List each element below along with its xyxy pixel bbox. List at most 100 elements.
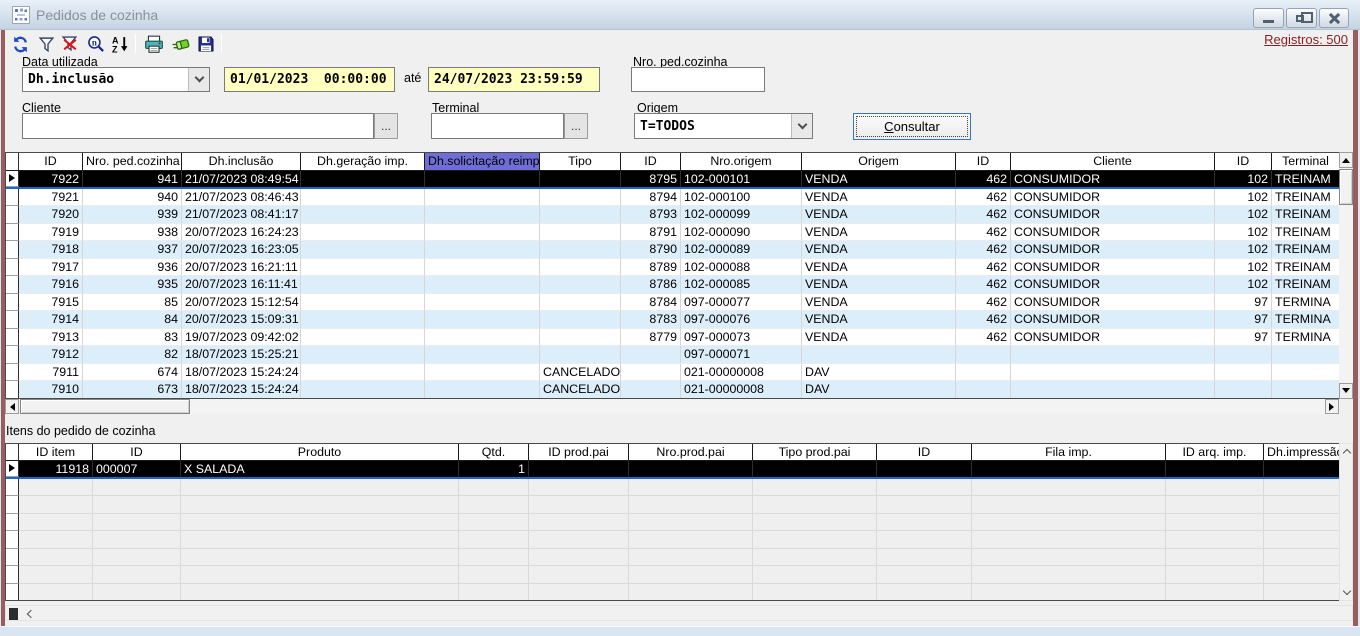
orders-vscrollbar[interactable] <box>1339 152 1353 399</box>
cell <box>877 584 972 602</box>
cell <box>425 224 540 242</box>
column-header[interactable]: ID <box>19 153 83 171</box>
cell: TERMINA <box>1272 294 1340 312</box>
cell <box>425 329 540 347</box>
cell: VENDA <box>802 329 956 347</box>
cell <box>1264 461 1340 477</box>
row-indicator <box>6 566 19 584</box>
cell <box>1166 584 1264 602</box>
terminal-browse-button[interactable]: ... <box>564 113 588 139</box>
scroll-right-button[interactable] <box>1325 399 1339 414</box>
empty-row <box>6 584 1340 602</box>
cell <box>753 584 877 602</box>
table-row[interactable]: 791793620/07/2023 16:21:118789102-000088… <box>6 259 1340 277</box>
scrollbar-thumb[interactable] <box>9 608 18 620</box>
date-to-field[interactable] <box>428 67 600 92</box>
column-header[interactable]: ID <box>93 444 181 461</box>
cell: VENDA <box>802 224 956 242</box>
column-header[interactable]: Qtd. <box>459 444 529 461</box>
table-row[interactable]: 791693520/07/2023 16:11:418786102-000085… <box>6 276 1340 294</box>
column-header[interactable]: Dh.inclusão <box>182 153 301 171</box>
print-button[interactable] <box>142 33 166 55</box>
table-row[interactable]: 79158520/07/2023 15:12:548784097-000077V… <box>6 294 1340 312</box>
minimize-button[interactable] <box>1253 8 1284 28</box>
dropdown-button[interactable] <box>791 114 812 138</box>
table-row[interactable]: 791893720/07/2023 16:23:058790102-000089… <box>6 241 1340 259</box>
refresh-button[interactable] <box>8 33 32 55</box>
table-row[interactable]: 79138319/07/2023 09:42:028779097-000073V… <box>6 329 1340 347</box>
column-header[interactable]: Terminal <box>1272 153 1340 171</box>
column-header[interactable]: Tipo <box>540 153 621 171</box>
consultar-button[interactable]: Consultar <box>853 113 971 140</box>
column-header[interactable]: Tipo prod.pai <box>753 444 877 461</box>
cell: 097-000073 <box>681 329 802 347</box>
table-row[interactable]: 79148420/07/2023 15:09:318783097-000076V… <box>6 311 1340 329</box>
column-header[interactable]: ID <box>877 444 972 461</box>
origem-select[interactable]: T=TODOS <box>634 113 813 139</box>
table-row[interactable]: 792194021/07/2023 08:46:438794102-000100… <box>6 189 1340 207</box>
erase-button[interactable] <box>168 33 192 55</box>
column-header[interactable]: ID <box>1215 153 1272 171</box>
column-header[interactable]: Produto <box>181 444 459 461</box>
cell: 19/07/2023 09:42:02 <box>182 329 301 347</box>
dropdown-button[interactable] <box>188 68 209 91</box>
column-header[interactable]: Nro.prod.pai <box>629 444 753 461</box>
sort-az-button[interactable]: A Z <box>108 33 132 55</box>
terminal-input[interactable] <box>431 113 564 139</box>
table-row[interactable]: 79128218/07/2023 15:25:21097-000071 <box>6 346 1340 364</box>
cell <box>1011 364 1215 382</box>
cell <box>425 311 540 329</box>
items-vscrollbar[interactable] <box>1339 443 1353 601</box>
column-header[interactable]: Cliente <box>1011 153 1215 171</box>
table-row[interactable]: 792294121/07/2023 08:49:548795102-000101… <box>6 171 1340 189</box>
row-indicator <box>6 549 19 567</box>
column-header[interactable]: ID <box>621 153 681 171</box>
clear-filter-button[interactable] <box>58 33 82 55</box>
cell <box>181 584 459 602</box>
data-utilizada-select[interactable]: Dh.inclusão <box>22 67 210 92</box>
search-button[interactable]: n <box>84 33 108 55</box>
cell: 102 <box>1215 206 1272 224</box>
scrollbar-thumb[interactable] <box>20 399 190 414</box>
cliente-browse-button[interactable]: ... <box>374 113 398 139</box>
svg-text:n: n <box>92 38 97 48</box>
column-header[interactable]: ID item <box>19 444 93 461</box>
nro-ped-input[interactable] <box>631 67 765 92</box>
items-hscrollbar[interactable] <box>5 605 1353 621</box>
scroll-down-button[interactable] <box>1339 383 1353 399</box>
cell <box>1264 584 1340 602</box>
cliente-input[interactable] <box>22 113 374 139</box>
cell: 102 <box>1215 241 1272 259</box>
column-header[interactable]: Nro. ped.cozinha <box>83 153 182 171</box>
cell: 8784 <box>621 294 681 312</box>
scroll-up-button[interactable] <box>1339 152 1353 168</box>
column-header[interactable]: Dh.solicitação reimp. <box>425 153 540 171</box>
column-header[interactable]: Origem <box>802 153 956 171</box>
table-row[interactable]: 792093921/07/2023 08:41:178793102-000099… <box>6 206 1340 224</box>
cell: 20/07/2023 16:21:11 <box>182 259 301 277</box>
cell <box>621 364 681 382</box>
scroll-left-button[interactable] <box>5 399 19 414</box>
registros-link[interactable]: Registros: 500 <box>1264 32 1348 47</box>
close-button[interactable] <box>1319 8 1349 28</box>
cell: CONSUMIDOR <box>1011 294 1215 312</box>
table-row[interactable]: 11918000007X SALADA1 <box>6 461 1340 479</box>
filter-button[interactable] <box>34 33 58 55</box>
table-row[interactable]: 791067318/07/2023 15:24:24CANCELADO021-0… <box>6 381 1340 399</box>
refresh-icon <box>11 35 30 54</box>
orders-hscrollbar[interactable] <box>5 399 1339 414</box>
save-button[interactable] <box>194 33 218 55</box>
table-row[interactable]: 791993820/07/2023 16:24:238791102-000090… <box>6 224 1340 242</box>
row-indicator <box>6 189 19 207</box>
table-row[interactable]: 791167418/07/2023 15:24:24CANCELADO021-0… <box>6 364 1340 382</box>
column-header[interactable]: Fila imp. <box>972 444 1166 461</box>
scrollbar-thumb[interactable] <box>1339 169 1353 205</box>
column-header[interactable]: ID <box>956 153 1011 171</box>
date-from-field[interactable] <box>224 67 395 92</box>
column-header[interactable]: ID prod.pai <box>529 444 629 461</box>
column-header[interactable]: Dh.geração imp. <box>301 153 425 171</box>
restore-button[interactable] <box>1286 8 1317 28</box>
column-header[interactable]: Dh.impressão <box>1264 444 1340 461</box>
column-header[interactable]: Nro.origem <box>681 153 802 171</box>
column-header[interactable]: ID arq. imp. <box>1166 444 1264 461</box>
